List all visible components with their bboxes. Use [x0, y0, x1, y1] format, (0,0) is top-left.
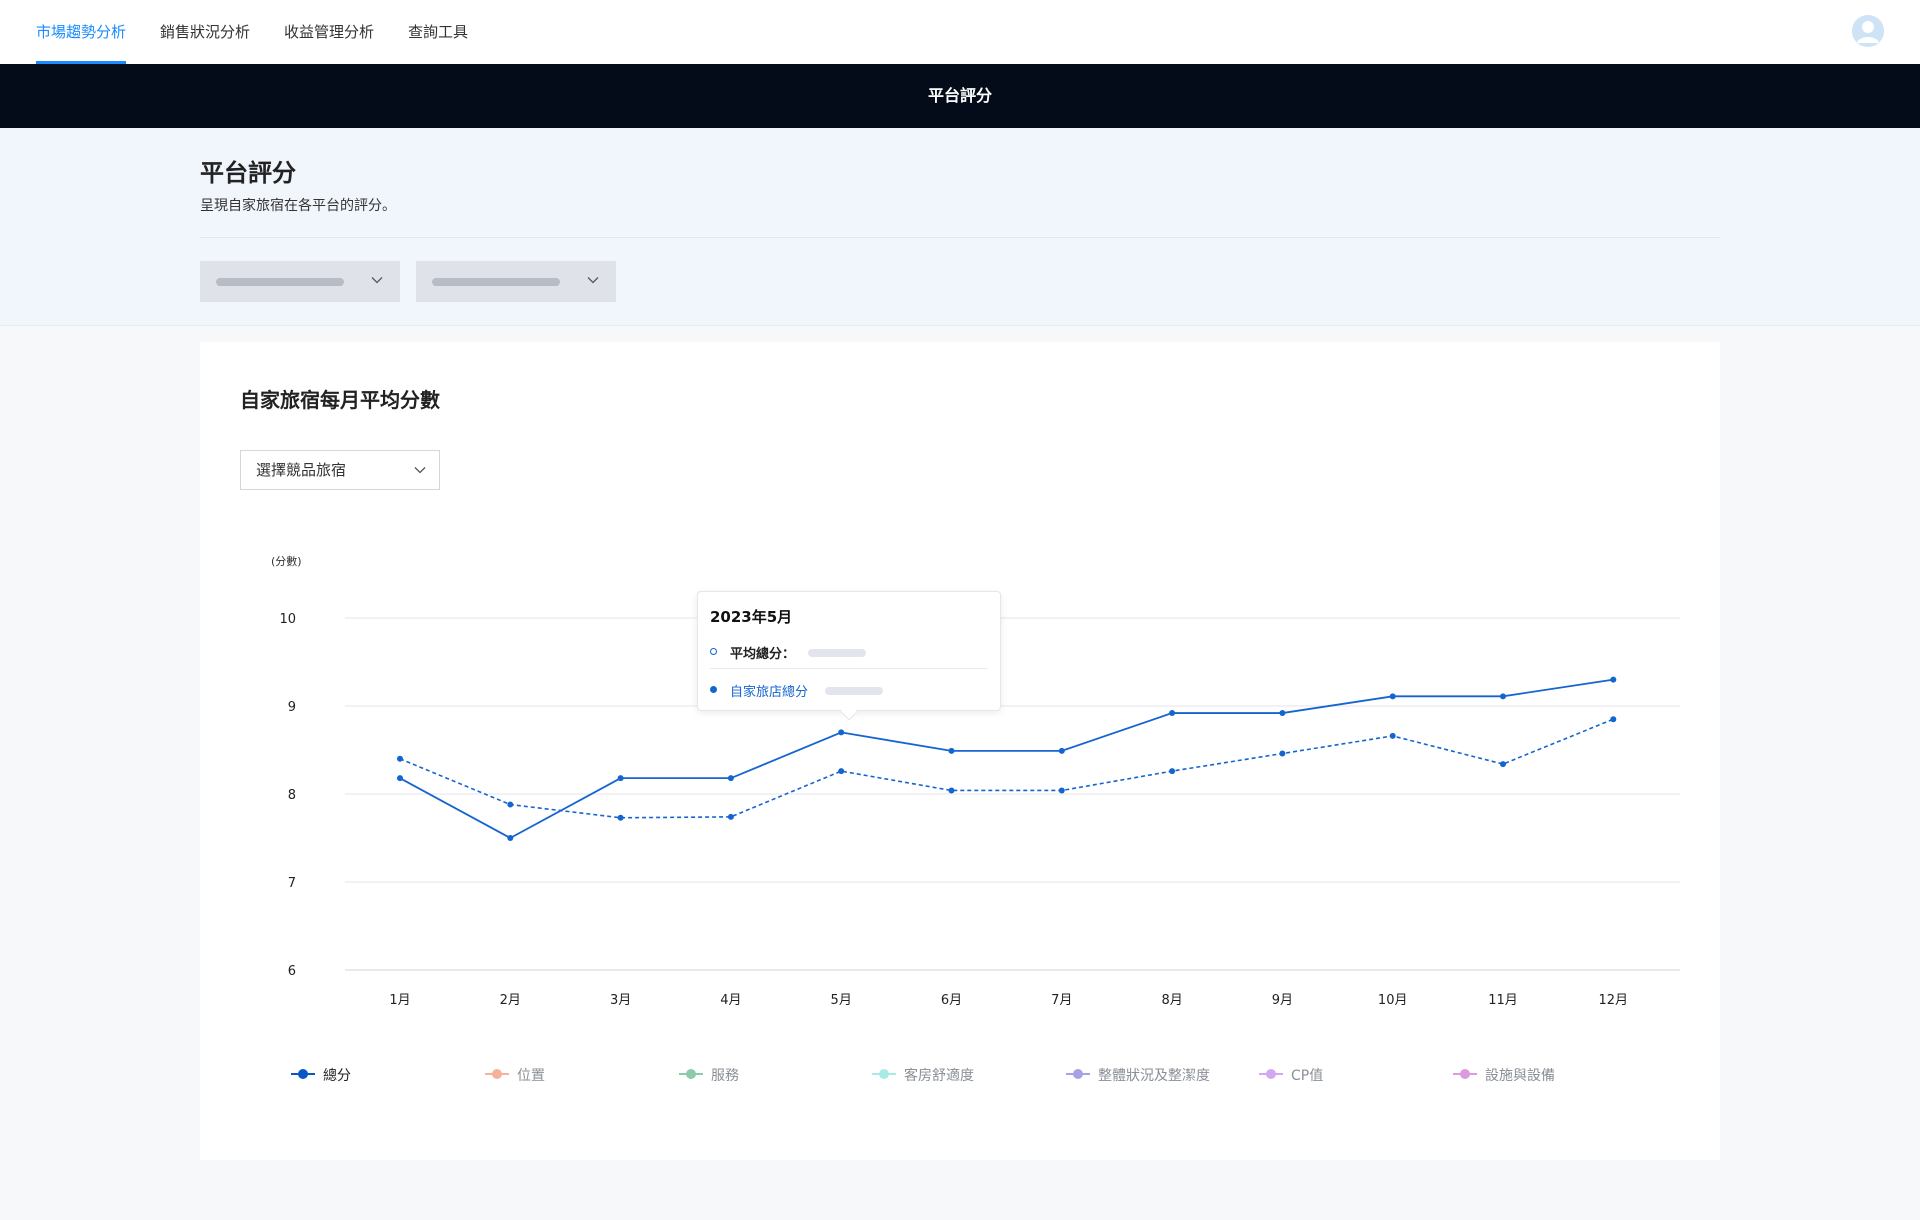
x-tick-label: 8月	[1161, 993, 1182, 1008]
data-point	[1389, 732, 1396, 739]
data-point	[1279, 750, 1286, 757]
series-line-total	[399, 678, 1614, 840]
y-tick-label: 9	[288, 700, 296, 715]
data-point	[1610, 676, 1617, 683]
data-point	[397, 775, 403, 782]
data-point	[507, 801, 514, 808]
legend-label: 總分	[323, 1068, 351, 1084]
y-tick-label: 7	[288, 876, 296, 891]
legend-label: 設施與設備	[1485, 1068, 1555, 1084]
data-point	[948, 787, 955, 794]
y-axis-unit-label: (分數)	[271, 555, 302, 568]
data-point	[1610, 716, 1617, 723]
hollow-dot-icon	[710, 648, 717, 655]
x-tick-label: 6月	[941, 993, 962, 1008]
legend-marker-icon	[679, 1069, 703, 1079]
legend-label: 整體狀況及整潔度	[1098, 1068, 1210, 1084]
tooltip-own-label: 自家旅店總分	[730, 685, 809, 700]
data-point	[838, 768, 845, 775]
data-point	[507, 835, 514, 841]
legend-marker-icon	[1066, 1069, 1090, 1079]
data-point	[1058, 747, 1065, 754]
filled-dot-icon	[710, 686, 717, 693]
tooltip-avg-placeholder	[808, 649, 866, 657]
legend-marker-icon	[291, 1069, 315, 1079]
x-tick-label: 11月	[1488, 993, 1518, 1008]
series-line-average	[399, 718, 1614, 819]
legend-label: 客房舒適度	[904, 1068, 974, 1084]
data-point	[1058, 787, 1065, 794]
legend-label: 位置	[517, 1068, 545, 1084]
tooltip-avg-label: 平均總分：	[730, 647, 796, 662]
legend-label: CP值	[1291, 1068, 1324, 1084]
data-point	[727, 775, 734, 782]
legend-marker-icon	[485, 1069, 509, 1079]
x-tick-label: 9月	[1272, 993, 1293, 1008]
x-tick-label: 10月	[1378, 993, 1408, 1008]
x-tick-label: 1月	[389, 993, 410, 1008]
data-point	[1389, 693, 1396, 700]
y-tick-label: 8	[288, 788, 296, 803]
y-tick-label: 6	[288, 964, 296, 979]
data-point	[727, 813, 734, 820]
chart-tooltip: 2023年5月 平均總分： 自家旅店總分	[697, 591, 1001, 721]
tooltip-own-placeholder	[825, 687, 883, 695]
x-tick-label: 3月	[610, 993, 631, 1008]
data-point	[838, 729, 845, 736]
x-tick-label: 2月	[500, 993, 521, 1008]
legend-label: 服務	[711, 1068, 739, 1084]
legend-marker-icon	[1259, 1069, 1283, 1079]
data-point	[397, 755, 403, 762]
data-point	[617, 814, 624, 821]
x-tick-label: 5月	[831, 993, 852, 1008]
data-point	[1169, 768, 1176, 775]
x-tick-label: 7月	[1051, 993, 1072, 1008]
data-point	[948, 747, 955, 754]
data-point	[617, 775, 624, 782]
data-point	[1169, 710, 1176, 717]
x-tick-label: 12月	[1599, 993, 1629, 1008]
x-tick-label: 4月	[720, 993, 741, 1008]
y-tick-label: 10	[279, 612, 296, 627]
data-point	[1500, 761, 1506, 768]
tooltip-title: 2023年5月	[710, 608, 793, 626]
data-point	[1279, 710, 1286, 717]
legend-marker-icon	[872, 1069, 896, 1079]
legend-marker-icon	[1453, 1069, 1477, 1079]
tooltip-divider	[710, 668, 988, 669]
data-point	[1500, 693, 1506, 700]
